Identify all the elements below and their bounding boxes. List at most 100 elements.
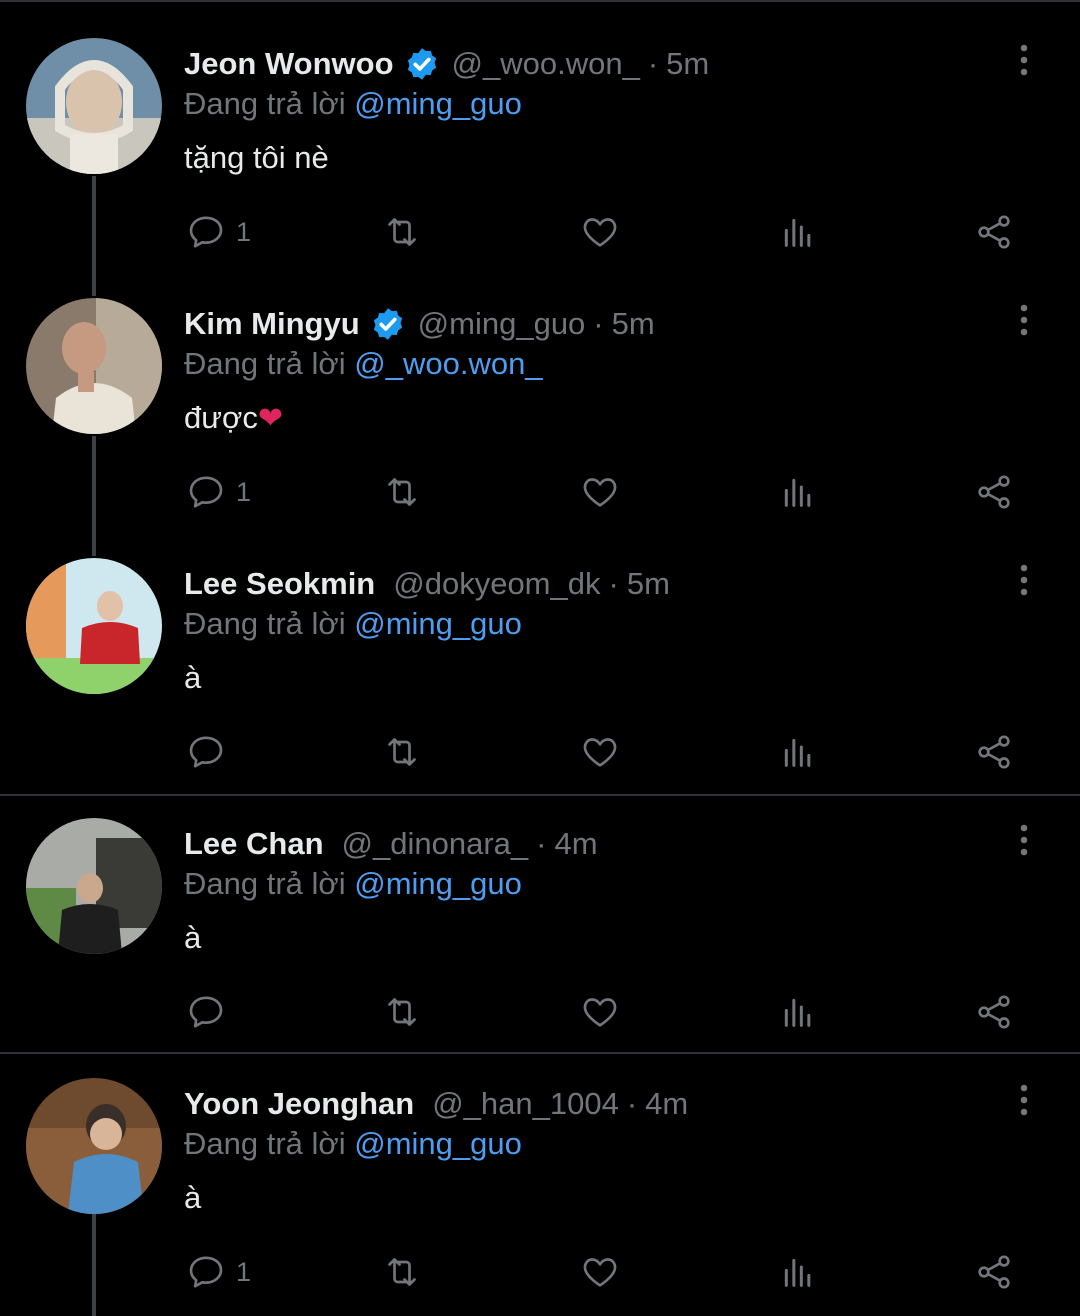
retweet-icon bbox=[388, 1258, 416, 1286]
action-bar bbox=[0, 730, 1080, 774]
display-name[interactable]: Jeon Wonwoo bbox=[184, 46, 394, 82]
replying-to: Đang trả lời @ming_guo bbox=[184, 606, 522, 642]
like-button[interactable] bbox=[580, 990, 620, 1034]
tweet[interactable]: Jeon Wonwoo @_woo.won_ · 5m Đang trả lời… bbox=[0, 0, 1080, 274]
handle[interactable]: @dokyeom_dk bbox=[393, 566, 600, 602]
heart-icon bbox=[583, 998, 617, 1027]
share-icon bbox=[978, 995, 1010, 1029]
tweet[interactable]: Kim Mingyu @ming_guo · 5m Đang trả lời @… bbox=[0, 260, 1080, 534]
share-button[interactable] bbox=[974, 1250, 1014, 1294]
retweet-button[interactable] bbox=[382, 1250, 422, 1294]
avatar[interactable] bbox=[26, 1078, 162, 1214]
reply-icon bbox=[189, 1256, 223, 1288]
action-bar: 1 bbox=[0, 210, 1080, 254]
verified-badge-icon bbox=[373, 308, 402, 340]
tweet[interactable]: Yoon Jeonghan @_han_1004 · 4m Đang trả l… bbox=[0, 1040, 1080, 1316]
replying-to: Đang trả lời @ming_guo bbox=[184, 866, 522, 902]
reply-icon bbox=[189, 996, 223, 1028]
like-button[interactable] bbox=[580, 470, 620, 514]
avatar[interactable] bbox=[26, 38, 162, 174]
tweet-text-content: được bbox=[184, 400, 258, 435]
action-bar: 1 bbox=[0, 1250, 1080, 1294]
reply-button[interactable]: 1 bbox=[186, 210, 251, 254]
separator-dot: · bbox=[647, 46, 659, 81]
avatar[interactable] bbox=[26, 298, 162, 434]
retweet-button[interactable] bbox=[382, 990, 422, 1034]
views-button[interactable] bbox=[778, 1250, 818, 1294]
views-button[interactable] bbox=[778, 470, 818, 514]
share-button[interactable] bbox=[974, 730, 1014, 774]
share-icon bbox=[978, 735, 1010, 769]
reply-button[interactable]: 1 bbox=[186, 470, 251, 514]
views-button[interactable] bbox=[778, 990, 818, 1034]
timestamp[interactable]: 5m bbox=[612, 306, 655, 342]
tweet[interactable]: Lee Seokmin @dokyeom_dk · 5m Đang trả lờ… bbox=[0, 520, 1080, 794]
handle[interactable]: @ming_guo bbox=[418, 306, 586, 342]
more-icon[interactable] bbox=[1006, 302, 1042, 338]
retweet-icon bbox=[388, 738, 416, 766]
handle[interactable]: @_han_1004 bbox=[432, 1086, 619, 1122]
share-button[interactable] bbox=[974, 210, 1014, 254]
separator-dot: · bbox=[608, 566, 619, 601]
display-name[interactable]: Lee Seokmin bbox=[184, 566, 375, 602]
avatar[interactable] bbox=[26, 558, 162, 694]
timestamp[interactable]: 5m bbox=[627, 566, 670, 602]
replying-to: Đang trả lời @ming_guo bbox=[184, 1126, 522, 1162]
mention-link[interactable]: @_woo.won_ bbox=[354, 346, 542, 381]
retweet-button[interactable] bbox=[382, 730, 422, 774]
like-button[interactable] bbox=[580, 730, 620, 774]
reply-count: 1 bbox=[236, 1256, 252, 1287]
mention-link[interactable]: @ming_guo bbox=[354, 1126, 522, 1161]
reply-icon bbox=[189, 476, 223, 508]
retweet-icon bbox=[388, 998, 416, 1026]
reply-button[interactable] bbox=[186, 730, 236, 774]
timestamp[interactable]: 4m bbox=[554, 826, 597, 862]
more-icon[interactable] bbox=[1006, 562, 1042, 598]
tweet-text: à bbox=[184, 1180, 201, 1216]
verified-badge-icon bbox=[407, 48, 436, 80]
heart-icon bbox=[583, 738, 617, 767]
display-name[interactable]: Lee Chan bbox=[184, 826, 324, 862]
more-icon[interactable] bbox=[1006, 822, 1042, 858]
timestamp[interactable]: 5m bbox=[666, 46, 709, 82]
separator-dot: · bbox=[626, 1086, 638, 1121]
tweet-text-content: à bbox=[184, 1180, 202, 1215]
avatar[interactable] bbox=[26, 818, 162, 954]
tweet-text: được❤ bbox=[184, 400, 283, 436]
mention-link[interactable]: @ming_guo bbox=[354, 866, 522, 901]
views-icon bbox=[784, 218, 811, 247]
heart-icon bbox=[583, 218, 617, 247]
replying-to-label: Đang trả lời bbox=[184, 866, 346, 901]
display-name[interactable]: Kim Mingyu bbox=[184, 306, 360, 342]
tweet-text: tặng tôi nè bbox=[184, 140, 329, 176]
retweet-button[interactable] bbox=[382, 470, 422, 514]
timestamp[interactable]: 4m bbox=[645, 1086, 688, 1122]
retweet-button[interactable] bbox=[382, 210, 422, 254]
views-button[interactable] bbox=[778, 730, 818, 774]
tweet-text-content: à bbox=[184, 920, 202, 955]
display-name[interactable]: Yoon Jeonghan bbox=[184, 1086, 414, 1122]
views-icon bbox=[784, 1258, 811, 1287]
more-icon[interactable] bbox=[1006, 1082, 1042, 1118]
replying-to-label: Đang trả lời bbox=[184, 86, 346, 121]
share-button[interactable] bbox=[974, 990, 1014, 1034]
share-button[interactable] bbox=[974, 470, 1014, 514]
handle[interactable]: @_woo.won_ bbox=[452, 46, 640, 82]
mention-link[interactable]: @ming_guo bbox=[354, 86, 522, 121]
reply-button[interactable] bbox=[186, 990, 236, 1034]
like-button[interactable] bbox=[580, 1250, 620, 1294]
views-icon bbox=[784, 738, 811, 767]
tweet-text: à bbox=[184, 920, 201, 956]
replying-to-label: Đang trả lời bbox=[184, 606, 346, 641]
more-icon[interactable] bbox=[1006, 42, 1042, 78]
handle[interactable]: @_dinonara_ bbox=[342, 826, 529, 862]
mention-link[interactable]: @ming_guo bbox=[354, 606, 522, 641]
reply-icon bbox=[189, 216, 223, 248]
tweet-text: à bbox=[184, 660, 201, 696]
separator-dot: · bbox=[593, 306, 604, 341]
tweet[interactable]: Lee Chan @_dinonara_ · 4m Đang trả lời @… bbox=[0, 780, 1080, 1054]
like-button[interactable] bbox=[580, 210, 620, 254]
reply-button[interactable]: 1 bbox=[186, 1250, 251, 1294]
views-button[interactable] bbox=[778, 210, 818, 254]
retweet-icon bbox=[388, 218, 416, 246]
